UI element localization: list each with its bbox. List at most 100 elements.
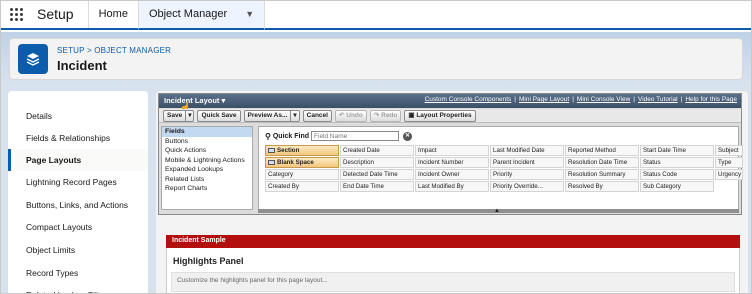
palette-field-item[interactable]: Created Date bbox=[340, 145, 414, 156]
palette-item-label: Section bbox=[277, 146, 300, 154]
layout-sample-header: Incident Sample bbox=[166, 235, 740, 248]
header-card: SETUP > OBJECT MANAGER Incident bbox=[9, 38, 743, 80]
palette-item-label: Blank Space bbox=[277, 158, 314, 166]
category-quick-actions[interactable]: Quick Actions bbox=[162, 146, 252, 156]
palette-field-item[interactable]: Status bbox=[640, 157, 714, 168]
sidebar-item-details[interactable]: Details bbox=[8, 105, 148, 127]
palette-field-item[interactable]: Created By bbox=[265, 181, 339, 192]
category-fields[interactable]: Fields bbox=[162, 127, 252, 137]
category-related-lists[interactable]: Related Lists bbox=[162, 175, 252, 185]
link-custom-console-components[interactable]: Custom Console Components bbox=[425, 96, 512, 103]
palette-field-item[interactable]: Incident Number bbox=[415, 157, 489, 168]
palette-field-item[interactable]: Subject bbox=[715, 145, 743, 156]
sidebar-item-record-types[interactable]: Record Types bbox=[8, 262, 148, 284]
palette-header: Incident Layout ▾ ☝ Custom Console Compo… bbox=[159, 94, 741, 114]
sidebar-item-related-lookup-filters[interactable]: Related Lookup Filters bbox=[8, 284, 148, 293]
sidebar-item-compact-layouts[interactable]: Compact Layouts bbox=[8, 216, 148, 238]
palette-splitter[interactable]: ▲ bbox=[258, 208, 739, 214]
category-report-charts[interactable]: Report Charts bbox=[162, 184, 252, 194]
app-launcher-icon[interactable] bbox=[1, 1, 31, 28]
palette-body: Fields Buttons Quick Actions Mobile & Li… bbox=[161, 126, 743, 214]
link-help-for-this-page[interactable]: Help for this Page bbox=[685, 96, 737, 103]
link-mini-console-view[interactable]: Mini Console View bbox=[577, 96, 630, 103]
setup-sidebar: Details Fields & Relationships Page Layo… bbox=[8, 91, 148, 293]
undo-label: Undo bbox=[346, 111, 363, 119]
tab-object-manager[interactable]: Object Manager ▼ bbox=[137, 1, 266, 30]
sidebar-item-object-limits[interactable]: Object Limits bbox=[8, 239, 148, 261]
palette-field-item[interactable]: Resolved By bbox=[565, 181, 639, 192]
palette-field-item[interactable]: Resolution Summary bbox=[565, 169, 639, 180]
sidebar-item-lightning-record-pages[interactable]: Lightning Record Pages bbox=[8, 171, 148, 193]
sidebar-item-buttons-links-actions[interactable]: Buttons, Links, and Actions bbox=[8, 194, 148, 216]
highlights-panel-title: Highlights Panel bbox=[173, 256, 244, 266]
quick-save-button[interactable]: Quick Save bbox=[197, 109, 241, 122]
palette-blank-space-item[interactable]: Blank Space bbox=[265, 157, 339, 168]
palette-field-item[interactable]: Type bbox=[715, 157, 743, 168]
palette-field-item[interactable]: Impact bbox=[415, 145, 489, 156]
palette-field-item[interactable]: Sub Category bbox=[640, 181, 714, 192]
sidebar-item-page-layouts[interactable]: Page Layouts bbox=[8, 149, 148, 171]
quick-find: ⚲ Quick Find Field Name ✕ bbox=[265, 131, 413, 141]
layout-properties-button[interactable]: ▣ Layout Properties bbox=[404, 109, 476, 122]
save-menu-icon[interactable]: ▾ bbox=[185, 109, 195, 122]
layers-icon bbox=[18, 44, 48, 74]
palette-field-item[interactable]: Start Date Time bbox=[640, 145, 714, 156]
category-mobile-lightning-actions[interactable]: Mobile & Lightning Actions bbox=[162, 156, 252, 166]
palette-field-item[interactable]: Priority bbox=[490, 169, 564, 180]
palette-field-item[interactable]: Last Modified Date bbox=[490, 145, 564, 156]
category-buttons[interactable]: Buttons bbox=[162, 137, 252, 147]
save-group: Save ▾ bbox=[163, 109, 195, 122]
palette-field-item[interactable]: Reported Method bbox=[565, 145, 639, 156]
cancel-button[interactable]: Cancel bbox=[302, 109, 332, 122]
quick-find-input[interactable]: Field Name bbox=[311, 131, 400, 141]
palette-field-item[interactable]: Last Modified By bbox=[415, 181, 489, 192]
quick-find-label: Quick Find bbox=[272, 132, 310, 140]
layout-editor-main: Incident Layout ▾ ☝ Custom Console Compo… bbox=[156, 91, 748, 293]
layout-properties-label: Layout Properties bbox=[416, 111, 472, 119]
palette-field-item[interactable]: Resolution Date Time bbox=[565, 157, 639, 168]
palette-section-item[interactable]: Section bbox=[265, 145, 339, 156]
sidebar-item-fields-relationships[interactable]: Fields & Relationships bbox=[8, 127, 148, 149]
redo-button[interactable]: ↷ Redo bbox=[369, 109, 402, 122]
layout-palette: Incident Layout ▾ ☝ Custom Console Compo… bbox=[158, 93, 743, 215]
palette-field-item[interactable]: Parent Incident bbox=[490, 157, 564, 168]
preview-group: Preview As... ▾ bbox=[243, 109, 300, 122]
tab-home[interactable]: Home bbox=[87, 1, 138, 28]
chevron-down-icon[interactable]: ▼ bbox=[245, 1, 254, 28]
highlights-panel-hint: Customize the highlights panel for this … bbox=[177, 277, 328, 284]
link-video-tutorial[interactable]: Video Tutorial bbox=[638, 96, 678, 103]
layout-title-dropdown[interactable]: Incident Layout ▾ bbox=[164, 96, 225, 105]
editor-toolbar: Save ▾ Quick Save Preview As... ▾ Cancel… bbox=[159, 109, 741, 123]
page-title: Incident bbox=[57, 58, 107, 73]
app-name: Setup bbox=[37, 6, 74, 22]
palette-category-list: Fields Buttons Quick Actions Mobile & Li… bbox=[161, 126, 253, 210]
palette-field-item[interactable]: Detected Date Time bbox=[340, 169, 414, 180]
category-expanded-lookups[interactable]: Expanded Lookups bbox=[162, 165, 252, 175]
clear-icon[interactable]: ✕ bbox=[403, 131, 413, 141]
layout-canvas: Highlights Panel Customize the highlight… bbox=[166, 248, 740, 293]
preview-as-button[interactable]: Preview As... bbox=[243, 109, 291, 122]
palette-fields-grid: Section Created Date Impact Last Modified D… bbox=[265, 145, 743, 192]
section-icon bbox=[268, 148, 275, 153]
preview-menu-icon[interactable]: ▾ bbox=[290, 109, 300, 122]
undo-button[interactable]: ↶ Undo bbox=[334, 109, 367, 122]
chevron-down-icon: ▾ bbox=[221, 96, 226, 105]
blank-space-icon bbox=[268, 160, 275, 165]
palette-field-area: ⚲ Quick Find Field Name ✕ Section Created… bbox=[258, 126, 743, 210]
palette-field-item[interactable]: Category bbox=[265, 169, 339, 180]
save-button[interactable]: Save bbox=[163, 109, 186, 122]
redo-label: Redo bbox=[381, 111, 398, 119]
palette-field-item[interactable]: Description bbox=[340, 157, 414, 168]
palette-field-item[interactable]: Priority Override... bbox=[490, 181, 564, 192]
palette-links: Custom Console Components | Mini Page Lay… bbox=[424, 96, 737, 103]
palette-field-item[interactable]: Urgency bbox=[715, 169, 743, 180]
link-mini-page-layout[interactable]: Mini Page Layout bbox=[519, 96, 569, 103]
palette-field-item[interactable]: Status Code bbox=[640, 169, 714, 180]
palette-field-item[interactable]: Incident Owner bbox=[415, 169, 489, 180]
breadcrumb[interactable]: SETUP > OBJECT MANAGER bbox=[57, 46, 171, 55]
layout-sample-label: Incident Sample bbox=[172, 237, 226, 244]
highlights-panel-dropzone[interactable]: Customize the highlights panel for this … bbox=[171, 272, 735, 292]
palette-field-item[interactable]: End Date Time bbox=[340, 181, 414, 192]
drag-handle-icon[interactable]: ▲ bbox=[494, 208, 500, 214]
layout-title: Incident Layout bbox=[164, 96, 220, 105]
